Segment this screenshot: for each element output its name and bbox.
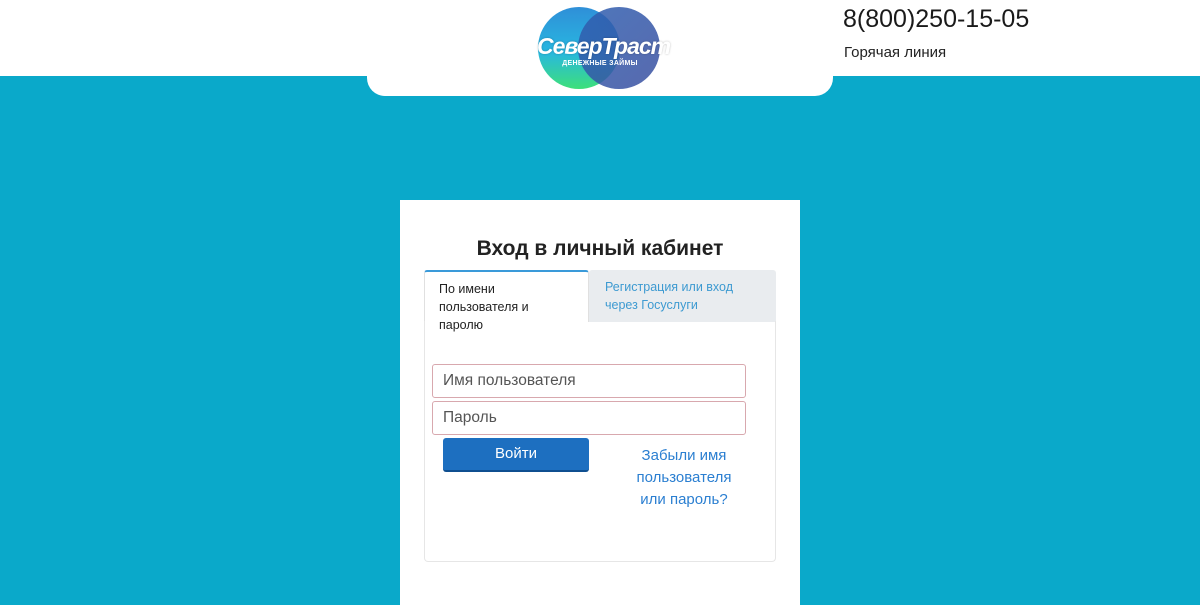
- login-card: Вход в личный кабинет По имени пользоват…: [400, 200, 800, 605]
- hotline-label: Горячая линия: [844, 44, 947, 61]
- page-title: Вход в личный кабинет: [476, 237, 724, 260]
- username-input[interactable]: [432, 364, 746, 398]
- logo-text: СеверТраст: [537, 33, 671, 59]
- logo-subtext: ДЕНЕЖНЫЕ ЗАЙМЫ: [562, 60, 638, 67]
- login-button[interactable]: Войти: [443, 438, 589, 472]
- tab-gosuslugi[interactable]: Регистрация или вход через Госуслуги: [589, 270, 776, 322]
- brand-logo[interactable]: СеверТраст ДЕНЕЖНЫЕ ЗАЙМЫ: [537, 6, 671, 90]
- password-input[interactable]: [432, 401, 746, 435]
- forgot-credentials-link[interactable]: Забыли имя пользователя или пароль?: [626, 445, 742, 511]
- tab-username-password[interactable]: По имени пользователя и паролю: [424, 270, 589, 332]
- hotline-phone[interactable]: 8(800)250-15-05: [843, 5, 1029, 34]
